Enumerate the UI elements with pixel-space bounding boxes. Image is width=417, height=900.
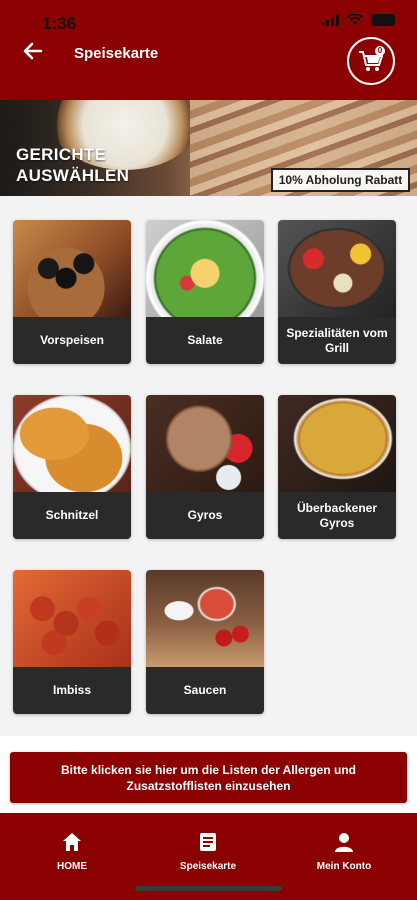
category-label: Spezialitäten vom Grill: [278, 317, 396, 364]
home-icon: [63, 833, 81, 851]
category-card-vorspeisen[interactable]: Vorspeisen: [13, 220, 131, 364]
category-grid: Vorspeisen Salate Spezialitäten vom Gril…: [0, 196, 417, 736]
nav-mein-konto[interactable]: Mein Konto: [294, 831, 394, 872]
category-image: [146, 570, 264, 667]
category-card-gyros[interactable]: Gyros: [146, 395, 264, 539]
hero-title: GERICHTE AUSWÄHLEN: [16, 145, 130, 185]
category-card-grill[interactable]: Spezialitäten vom Grill: [278, 220, 396, 364]
nav-home[interactable]: HOME: [22, 831, 122, 872]
nav-speisekarte[interactable]: Speisekarte: [158, 831, 258, 872]
category-label: Schnitzel: [13, 492, 131, 539]
nav-mein-konto-label: Mein Konto: [316, 861, 372, 872]
arrow-left-icon: [23, 42, 43, 60]
category-card-saucen[interactable]: Saucen: [146, 570, 264, 714]
category-card-ueberbackener-gyros[interactable]: Überbackener Gyros: [278, 395, 396, 539]
category-label: Vorspeisen: [13, 317, 131, 364]
battery-icon: [371, 14, 395, 26]
cart-button[interactable]: 0: [347, 37, 395, 85]
category-image: [146, 220, 264, 317]
category-card-schnitzel[interactable]: Schnitzel: [13, 395, 131, 539]
category-card-imbiss[interactable]: Imbiss: [13, 570, 131, 714]
home-indicator: [135, 886, 282, 891]
allergen-list-button[interactable]: Bitte klicken sie hier um die Listen der…: [10, 752, 407, 803]
page-title: Speisekarte: [74, 45, 159, 62]
category-image: [278, 220, 396, 317]
category-image: [13, 570, 131, 667]
category-label: Überbackener Gyros: [278, 492, 396, 539]
category-label: Gyros: [146, 492, 264, 539]
category-label: Saucen: [146, 667, 264, 714]
app-header: 1:36 Speisekarte 0: [0, 0, 417, 100]
cart-count-badge: 0: [375, 46, 385, 56]
menu-icon: [200, 833, 216, 851]
promo-badge: 10% Abholung Rabatt: [271, 168, 410, 192]
status-icons: [321, 14, 395, 26]
nav-home-label: HOME: [57, 861, 87, 872]
category-image: [13, 395, 131, 492]
category-image: [13, 220, 131, 317]
category-image: [278, 395, 396, 492]
nav-speisekarte-label: Speisekarte: [179, 861, 237, 872]
user-icon: [335, 833, 353, 852]
back-button[interactable]: [20, 40, 46, 66]
status-time: 1:36: [42, 14, 77, 33]
category-label: Salate: [146, 317, 264, 364]
wifi-icon: [347, 14, 363, 25]
category-card-salate[interactable]: Salate: [146, 220, 264, 364]
category-label: Imbiss: [13, 667, 131, 714]
category-image: [146, 395, 264, 492]
signal-icon: [321, 14, 339, 26]
